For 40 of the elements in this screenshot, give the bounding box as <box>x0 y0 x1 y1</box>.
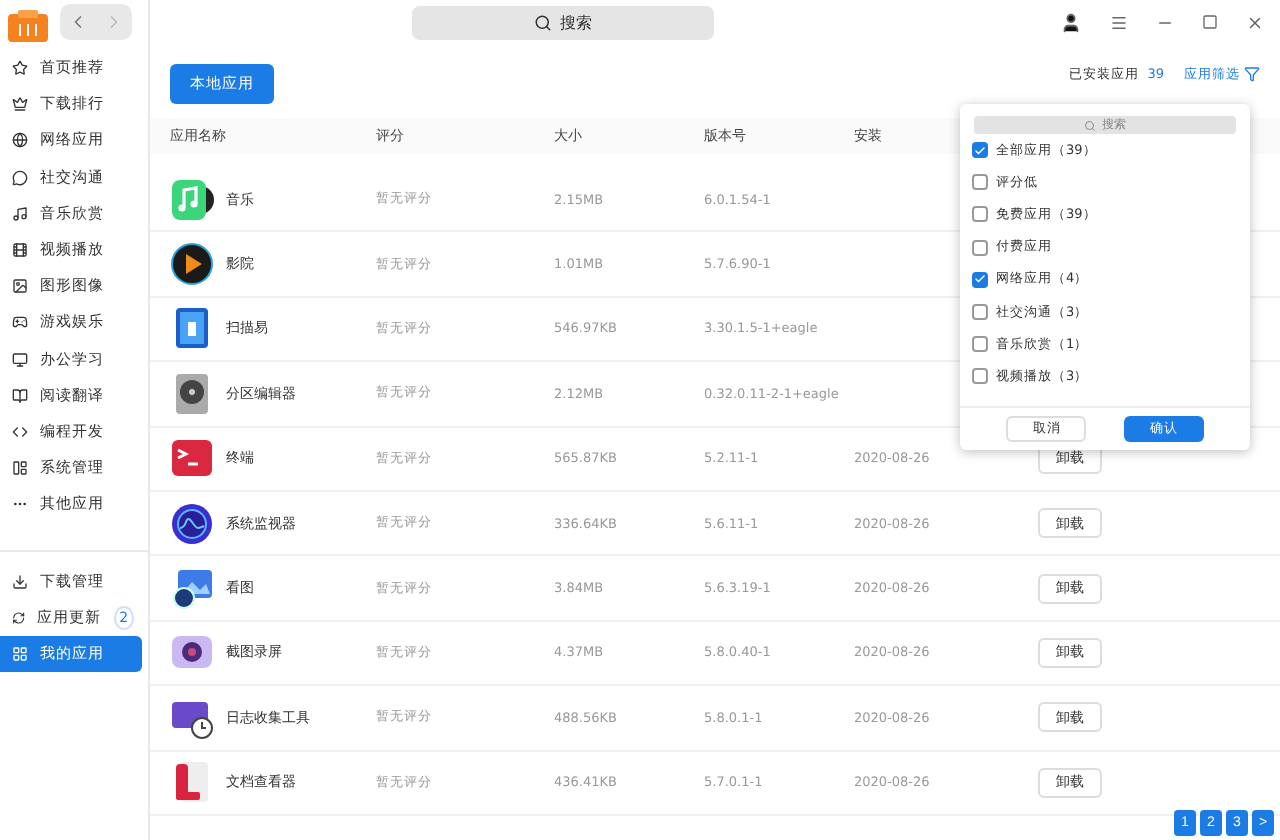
book-icon <box>12 387 28 404</box>
checkbox[interactable] <box>972 206 988 223</box>
refresh-icon <box>12 609 26 626</box>
checkbox[interactable] <box>972 271 988 288</box>
waveform-icon <box>170 501 214 546</box>
image-icon <box>12 278 28 295</box>
monitor-icon <box>12 351 28 368</box>
terminal-icon <box>170 436 214 481</box>
checkbox[interactable] <box>972 336 988 353</box>
tablet-icon <box>170 306 214 351</box>
chat-icon <box>12 169 28 186</box>
globe-icon <box>12 132 28 149</box>
grid-icon <box>12 645 28 662</box>
maximize-icon[interactable] <box>1202 14 1218 30</box>
close-icon[interactable] <box>1246 13 1264 31</box>
document-icon <box>170 760 214 805</box>
checkbox[interactable] <box>972 304 988 321</box>
film-icon <box>12 242 28 259</box>
menu-icon[interactable] <box>1110 13 1128 31</box>
search-icon <box>1084 119 1096 131</box>
user-icon[interactable] <box>1060 11 1082 33</box>
code-icon <box>12 423 28 440</box>
checkbox[interactable] <box>972 239 988 256</box>
photo-icon <box>170 566 214 611</box>
checkbox[interactable] <box>972 174 988 191</box>
search-field[interactable]: 搜索 <box>412 5 714 39</box>
play-icon <box>170 242 214 287</box>
panels-icon <box>12 460 28 477</box>
music-note-icon <box>170 177 214 222</box>
search-icon <box>534 13 552 31</box>
gamepad-icon <box>12 314 28 331</box>
crown-icon <box>12 96 28 113</box>
checkbox[interactable] <box>972 368 988 385</box>
search-placeholder: 搜索 <box>560 11 592 33</box>
star-icon <box>12 60 28 77</box>
music-icon <box>12 205 28 222</box>
checkbox[interactable] <box>972 142 988 159</box>
filter-icon <box>1244 66 1260 82</box>
download-icon <box>12 573 28 590</box>
store-logo-icon <box>8 10 48 42</box>
